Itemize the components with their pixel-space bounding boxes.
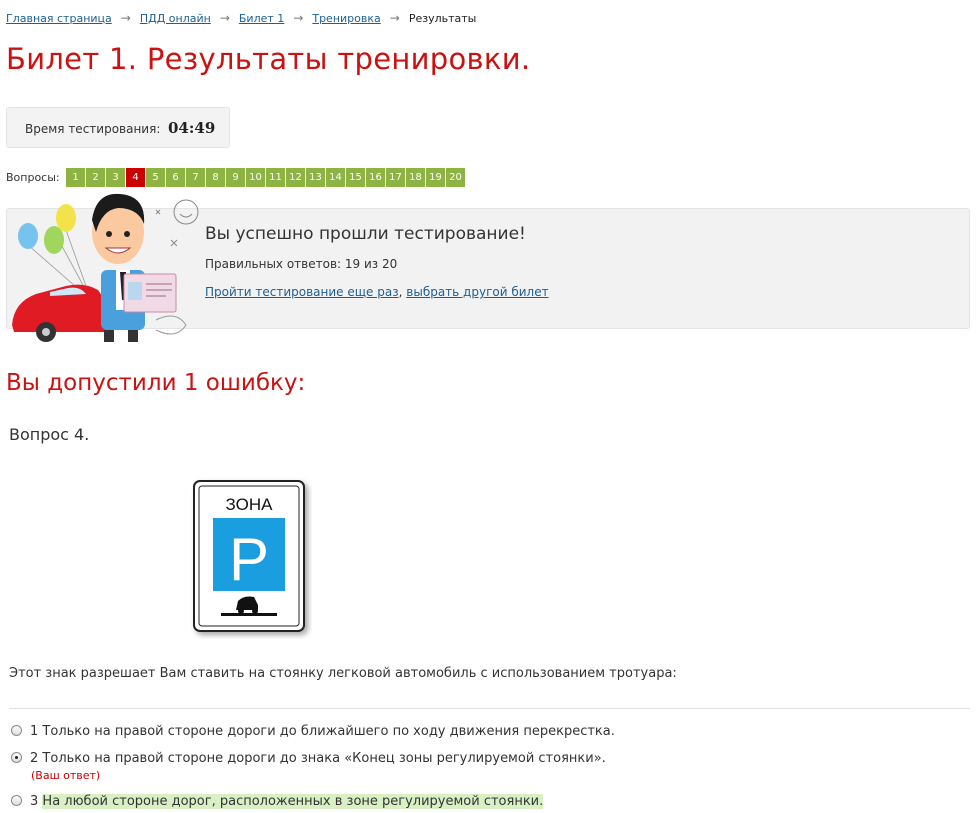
breadcrumb: Главная страница → ПДД онлайн → Билет 1 → Трен… bbox=[6, 11, 476, 25]
breadcrumb-arrow-icon: → bbox=[120, 11, 131, 25]
answer-option-2[interactable]: 2 Только на правой стороне дороги до зна… bbox=[11, 751, 606, 766]
errors-heading: Вы допустили 1 ошибку: bbox=[6, 370, 306, 396]
divider bbox=[9, 708, 970, 709]
answer-number: 2 bbox=[30, 751, 39, 766]
your-answer-label: (Ваш ответ) bbox=[31, 769, 101, 782]
question-nav-item-15[interactable]: 15 bbox=[346, 168, 365, 187]
question-nav-item-12[interactable]: 12 bbox=[286, 168, 305, 187]
question-nav-item-7[interactable]: 7 bbox=[186, 168, 205, 187]
links-separator: , bbox=[398, 285, 403, 299]
breadcrumb-arrow-icon: → bbox=[219, 11, 230, 25]
timer-label: Время тестирования: bbox=[25, 122, 161, 136]
result-score: Правильных ответов: 19 из 20 bbox=[205, 257, 398, 271]
retry-test-link[interactable]: Пройти тестирование еще раз bbox=[205, 285, 399, 299]
question-nav-item-19[interactable]: 19 bbox=[426, 168, 445, 187]
question-text: Этот знак разрешает Вам ставить на стоян… bbox=[9, 666, 677, 681]
question-nav-item-20[interactable]: 20 bbox=[446, 168, 465, 187]
question-nav-item-4[interactable]: 4 bbox=[126, 168, 145, 187]
sign-zone-text: ЗОНА bbox=[226, 495, 274, 514]
answer-number: 1 bbox=[30, 724, 39, 739]
question-nav-item-17[interactable]: 17 bbox=[386, 168, 405, 187]
answer-text: Только на правой стороне дороги до знака… bbox=[42, 751, 606, 766]
question-nav-item-16[interactable]: 16 bbox=[366, 168, 385, 187]
mascot-illustration bbox=[12, 193, 199, 342]
choose-other-ticket-link[interactable]: выбрать другой билет bbox=[406, 285, 548, 299]
breadcrumb-training-link[interactable]: Тренировка bbox=[312, 12, 380, 25]
parking-zone-sign-image: ЗОНА P bbox=[193, 480, 305, 632]
breadcrumb-home-link[interactable]: Главная страница bbox=[6, 12, 112, 25]
timer-value: 04:49 bbox=[168, 119, 216, 137]
question-title: Вопрос 4. bbox=[9, 425, 90, 444]
correct-answer-text: На любой стороне дорог, расположенных в … bbox=[42, 794, 544, 809]
timer-box: Время тестирования: 04:49 bbox=[6, 107, 230, 148]
answer-number: 3 bbox=[30, 794, 39, 809]
breadcrumb-arrow-icon: → bbox=[293, 11, 304, 25]
question-nav-item-18[interactable]: 18 bbox=[406, 168, 425, 187]
question-nav-item-13[interactable]: 13 bbox=[306, 168, 325, 187]
questions-nav-label: Вопросы: bbox=[6, 171, 60, 184]
question-nav-item-8[interactable]: 8 bbox=[206, 168, 225, 187]
page-title: Билет 1. Результаты тренировки. bbox=[6, 42, 531, 76]
question-nav-item-14[interactable]: 14 bbox=[326, 168, 345, 187]
question-nav-item-11[interactable]: 11 bbox=[266, 168, 285, 187]
question-nav-item-2[interactable]: 2 bbox=[86, 168, 105, 187]
radio-button-checked[interactable] bbox=[11, 752, 22, 763]
breadcrumb-ticket-link[interactable]: Билет 1 bbox=[239, 12, 284, 25]
question-nav-item-3[interactable]: 3 bbox=[106, 168, 125, 187]
sign-p-letter: P bbox=[229, 526, 269, 593]
radio-button[interactable] bbox=[11, 725, 22, 736]
result-links: Пройти тестирование еще раз, выбрать дру… bbox=[205, 285, 549, 299]
breadcrumb-arrow-icon: → bbox=[389, 11, 400, 25]
question-nav-item-9[interactable]: 9 bbox=[226, 168, 245, 187]
breadcrumb-current: Результаты bbox=[408, 12, 477, 25]
radio-button[interactable] bbox=[11, 795, 22, 806]
answer-option-1[interactable]: 1 Только на правой стороне дороги до бли… bbox=[11, 724, 615, 739]
result-title: Вы успешно прошли тестирование! bbox=[205, 224, 526, 244]
answer-option-3[interactable]: 3 На любой стороне дорог, расположенных … bbox=[11, 794, 544, 809]
questions-nav-cells: 1 2 3 4 5 6 7 8 9 10 11 12 13 14 15 16 17 18 19 20 bbox=[66, 168, 466, 187]
breadcrumb-pdd-online-link[interactable]: ПДД онлайн bbox=[140, 12, 211, 25]
answer-text: Только на правой стороне дороги до ближа… bbox=[42, 724, 615, 739]
question-nav-item-10[interactable]: 10 bbox=[246, 168, 265, 187]
question-nav-item-1[interactable]: 1 bbox=[66, 168, 85, 187]
question-nav-item-6[interactable]: 6 bbox=[166, 168, 185, 187]
question-nav-item-5[interactable]: 5 bbox=[146, 168, 165, 187]
